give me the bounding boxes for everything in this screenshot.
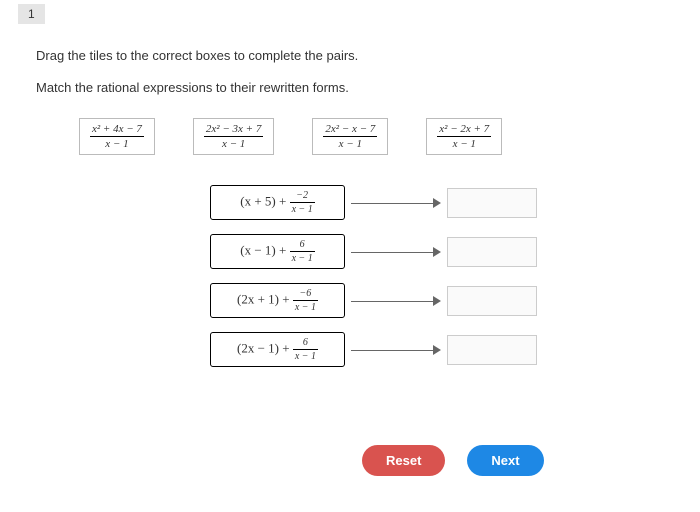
pair-row: (2x − 1) + 6x − 1: [210, 332, 537, 367]
poly-part: (x − 1) +: [240, 242, 289, 257]
tile[interactable]: x² + 4x − 7 x − 1: [79, 118, 155, 155]
poly-part: (2x + 1) +: [237, 291, 293, 306]
expression-box: (x − 1) + 6x − 1: [210, 234, 345, 269]
poly-part: (x + 5) +: [240, 193, 289, 208]
fraction: 6x − 1: [290, 239, 315, 264]
poly-part: (2x − 1) +: [237, 340, 293, 355]
fraction: 6x − 1: [293, 337, 318, 362]
fraction: 2x² − x − 7 x − 1: [323, 123, 377, 150]
numerator: x² + 4x − 7: [90, 123, 144, 137]
drop-target[interactable]: [447, 335, 537, 365]
denominator: x − 1: [293, 350, 318, 362]
next-button[interactable]: Next: [467, 445, 543, 476]
drop-target[interactable]: [447, 188, 537, 218]
tile[interactable]: 2x² − x − 7 x − 1: [312, 118, 388, 155]
denominator: x − 1: [290, 203, 315, 215]
pairs-area: (x + 5) + −2x − 1 (x − 1) + 6x − 1 (2x +…: [210, 185, 537, 381]
drop-target[interactable]: [447, 286, 537, 316]
denominator: x − 1: [437, 137, 491, 150]
tile[interactable]: 2x² − 3x + 7 x − 1: [193, 118, 274, 155]
denominator: x − 1: [90, 137, 144, 150]
expression-box: (2x − 1) + 6x − 1: [210, 332, 345, 367]
numerator: x² − 2x + 7: [437, 123, 491, 137]
fraction: −6x − 1: [293, 288, 318, 313]
numerator: 2x² − 3x + 7: [204, 123, 263, 137]
arrow-icon: [351, 245, 441, 259]
instruction-secondary: Match the rational expressions to their …: [36, 80, 349, 95]
tiles-row: x² + 4x − 7 x − 1 2x² − 3x + 7 x − 1 2x²…: [79, 118, 502, 155]
fraction: x² − 2x + 7 x − 1: [437, 123, 491, 150]
denominator: x − 1: [204, 137, 263, 150]
arrow-icon: [351, 343, 441, 357]
numerator: −6: [293, 288, 318, 301]
button-row: Reset Next: [362, 445, 544, 476]
numerator: 6: [293, 337, 318, 350]
arrow-icon: [351, 294, 441, 308]
page-number: 1: [18, 4, 45, 24]
pair-row: (2x + 1) + −6x − 1: [210, 283, 537, 318]
tile[interactable]: x² − 2x + 7 x − 1: [426, 118, 502, 155]
instruction-primary: Drag the tiles to the correct boxes to c…: [36, 48, 358, 63]
fraction: −2x − 1: [290, 190, 315, 215]
arrow-icon: [351, 196, 441, 210]
denominator: x − 1: [290, 252, 315, 264]
numerator: 2x² − x − 7: [323, 123, 377, 137]
pair-row: (x + 5) + −2x − 1: [210, 185, 537, 220]
denominator: x − 1: [323, 137, 377, 150]
numerator: −2: [290, 190, 315, 203]
fraction: x² + 4x − 7 x − 1: [90, 123, 144, 150]
denominator: x − 1: [293, 301, 318, 313]
reset-button[interactable]: Reset: [362, 445, 445, 476]
drop-target[interactable]: [447, 237, 537, 267]
expression-box: (2x + 1) + −6x − 1: [210, 283, 345, 318]
pair-row: (x − 1) + 6x − 1: [210, 234, 537, 269]
numerator: 6: [290, 239, 315, 252]
fraction: 2x² − 3x + 7 x − 1: [204, 123, 263, 150]
expression-box: (x + 5) + −2x − 1: [210, 185, 345, 220]
